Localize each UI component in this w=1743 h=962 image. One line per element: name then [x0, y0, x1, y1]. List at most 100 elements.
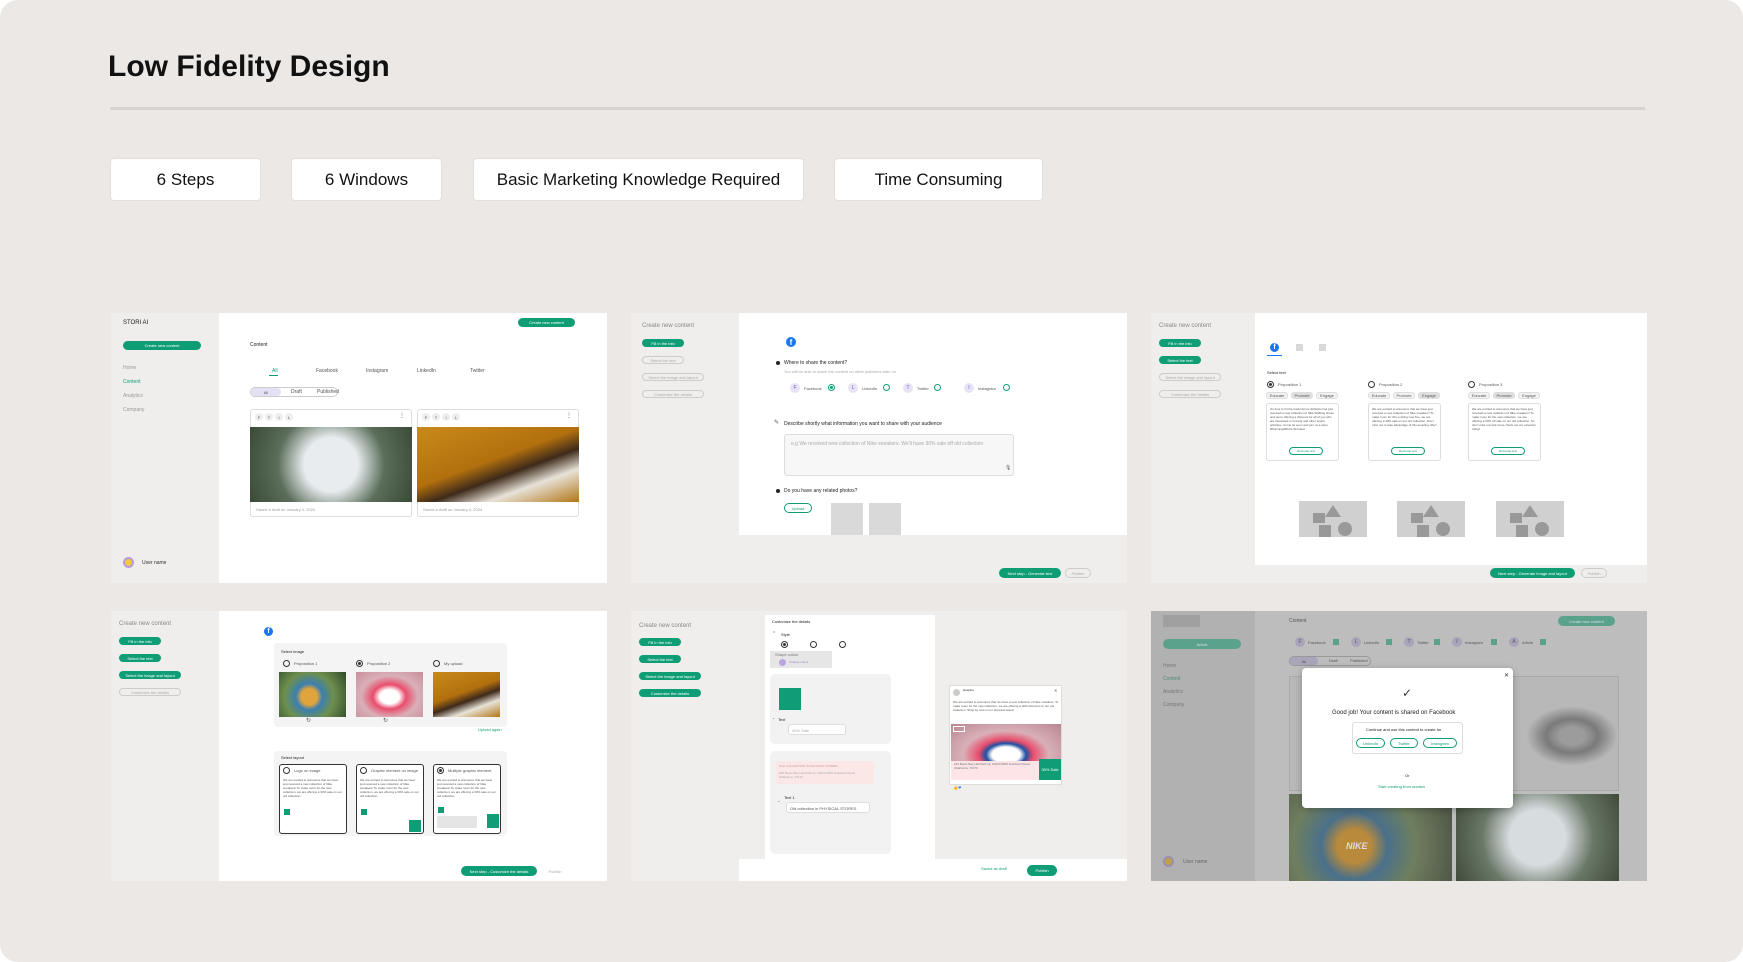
start-scratch-link[interactable]: Start creating from scratch [1378, 784, 1425, 789]
next-step-button[interactable]: Next step - Generate text [999, 568, 1061, 578]
tab-instagram[interactable]: Instagram [366, 368, 388, 374]
radio-facebook[interactable] [828, 384, 835, 391]
photo-my-upload[interactable] [433, 672, 500, 717]
mode-promote[interactable]: Promote [1393, 392, 1415, 399]
upload-button[interactable]: Upload [784, 503, 812, 513]
checkbox-facebook[interactable] [1333, 639, 1339, 645]
image-option-2-radio[interactable] [356, 660, 363, 667]
mode-engage[interactable]: Engage [1316, 392, 1338, 399]
step-2[interactable]: Select the text [1159, 356, 1201, 364]
step-3[interactable]: Select the image and layout [119, 671, 181, 679]
expand-icon[interactable]: ⌃ [772, 631, 776, 637]
filter-all[interactable]: All [251, 388, 281, 396]
mode-engage[interactable]: Engage [1418, 392, 1440, 399]
layout-1-radio[interactable] [283, 767, 290, 774]
proposition-1-radio[interactable] [1267, 381, 1274, 388]
checkbox-instagram[interactable] [1491, 639, 1497, 645]
step-3[interactable]: Select the image and layout [1159, 373, 1221, 381]
step-2[interactable]: Select the text [642, 356, 684, 364]
tab-facebook[interactable]: Facebook [316, 368, 338, 374]
image-option-3-radio[interactable] [433, 660, 440, 667]
colour-swatch[interactable] [779, 659, 786, 666]
step-2[interactable]: Select the text [119, 654, 161, 662]
upload-again-link[interactable]: Upload again [478, 727, 502, 732]
article-button[interactable]: Article [1163, 639, 1241, 649]
step-4[interactable]: Customize the details [1159, 390, 1221, 398]
checkbox-twitter[interactable] [1434, 639, 1440, 645]
mode-engage[interactable]: Engage [1518, 392, 1540, 399]
nav-home[interactable]: Home [123, 365, 136, 371]
filter-all[interactable]: All [1290, 657, 1318, 665]
checkbox-linkedin[interactable] [1386, 639, 1392, 645]
text1-input[interactable]: Old collection in PHYSICAL STORES [786, 802, 870, 813]
step-4[interactable]: Customize the details [119, 688, 181, 696]
recreate-text-button[interactable]: Recreate text [1491, 447, 1525, 455]
step-1[interactable]: Fill in the info [119, 637, 161, 645]
step-1[interactable]: Fill in the info [639, 638, 681, 646]
more-icon[interactable]: ⋮ [399, 412, 405, 419]
nav-analytics[interactable]: Analytics [1163, 689, 1183, 695]
avatar[interactable] [1163, 856, 1174, 867]
step-3[interactable]: Select the image and layout [642, 373, 704, 381]
proposition-3-radio[interactable] [1468, 381, 1475, 388]
radio-twitter[interactable] [934, 384, 941, 391]
mode-promote[interactable]: Promote [1291, 392, 1313, 399]
layout-3-radio[interactable] [437, 767, 444, 774]
checkbox-article[interactable] [1540, 639, 1546, 645]
step-4[interactable]: Customize the details [642, 390, 704, 398]
filter-draft[interactable]: Draft [291, 389, 302, 395]
create-content-button[interactable]: Create new content [123, 341, 201, 350]
step-1[interactable]: Fill in the info [1159, 339, 1201, 347]
tab-twitter[interactable]: Twitter [470, 368, 485, 374]
step-4[interactable]: Customize the details [639, 689, 701, 697]
radio-instagram[interactable] [1003, 384, 1010, 391]
close-icon[interactable]: ✕ [1504, 672, 1509, 679]
step-2[interactable]: Select the text [639, 655, 681, 663]
style-radio-3[interactable] [839, 641, 846, 648]
share-twitter-button[interactable]: Twitter [1390, 738, 1418, 748]
photo-proposition-1[interactable] [279, 672, 346, 717]
change-colour-link[interactable]: Change colour [789, 660, 809, 664]
nav-company[interactable]: Company [1163, 702, 1184, 708]
publish-button[interactable]: Publish [1065, 568, 1091, 578]
expand-icon[interactable]: ⌃ [772, 717, 775, 722]
mode-educate[interactable]: Educate [1368, 392, 1390, 399]
refresh-icon[interactable]: ↻ [306, 717, 311, 724]
nav-analytics[interactable]: Analytics [123, 393, 143, 399]
mic-icon[interactable]: 🎙 [1005, 465, 1011, 471]
platform-placeholder-icon[interactable] [1319, 344, 1326, 351]
style-radio-2[interactable] [810, 641, 817, 648]
mode-educate[interactable]: Educate [1266, 392, 1288, 399]
filter-published[interactable]: Published [317, 389, 339, 395]
layout-2-radio[interactable] [360, 767, 367, 774]
filter-draft[interactable]: Draft [1329, 658, 1338, 663]
nav-home[interactable]: Home [1163, 663, 1176, 669]
radio-linkedin[interactable] [883, 384, 890, 391]
image-option-1-radio[interactable] [283, 660, 290, 667]
next-step-button[interactable]: Next step - Customize the details [461, 866, 537, 876]
recreate-text-button[interactable]: Recreate text [1289, 447, 1323, 455]
share-instagram-button[interactable]: Instagram [1423, 738, 1457, 748]
tab-all[interactable]: All [272, 368, 278, 374]
step-3[interactable]: Select the image and layout [639, 672, 701, 680]
recreate-text-button[interactable]: Recreate text [1391, 447, 1425, 455]
next-step-button[interactable]: Next step - Generate image and layout [1490, 568, 1575, 578]
top-create-button[interactable]: Create new content [1558, 616, 1615, 626]
filter-published[interactable]: Published [1350, 658, 1368, 663]
step-1[interactable]: Fill in the info [642, 339, 684, 347]
close-icon[interactable]: ✕ [1054, 688, 1057, 693]
share-linkedin-button[interactable]: LinkedIn [1356, 738, 1385, 748]
publish-button[interactable]: Publish [542, 866, 568, 876]
publish-button[interactable]: Publish [1027, 865, 1057, 876]
mode-educate[interactable]: Educate [1468, 392, 1490, 399]
platform-placeholder-icon[interactable] [1296, 344, 1303, 351]
publish-button[interactable]: Publish [1581, 568, 1607, 578]
nav-company[interactable]: Company [123, 407, 144, 413]
top-create-button[interactable]: Create new content [518, 318, 575, 327]
avatar[interactable] [123, 557, 134, 568]
mode-promote[interactable]: Promote [1493, 392, 1515, 399]
style-radio-1[interactable] [781, 641, 788, 648]
facebook-icon[interactable]: f [1270, 343, 1279, 352]
expand-icon[interactable]: ⌃ [777, 800, 780, 805]
nav-content[interactable]: Content [123, 379, 141, 385]
